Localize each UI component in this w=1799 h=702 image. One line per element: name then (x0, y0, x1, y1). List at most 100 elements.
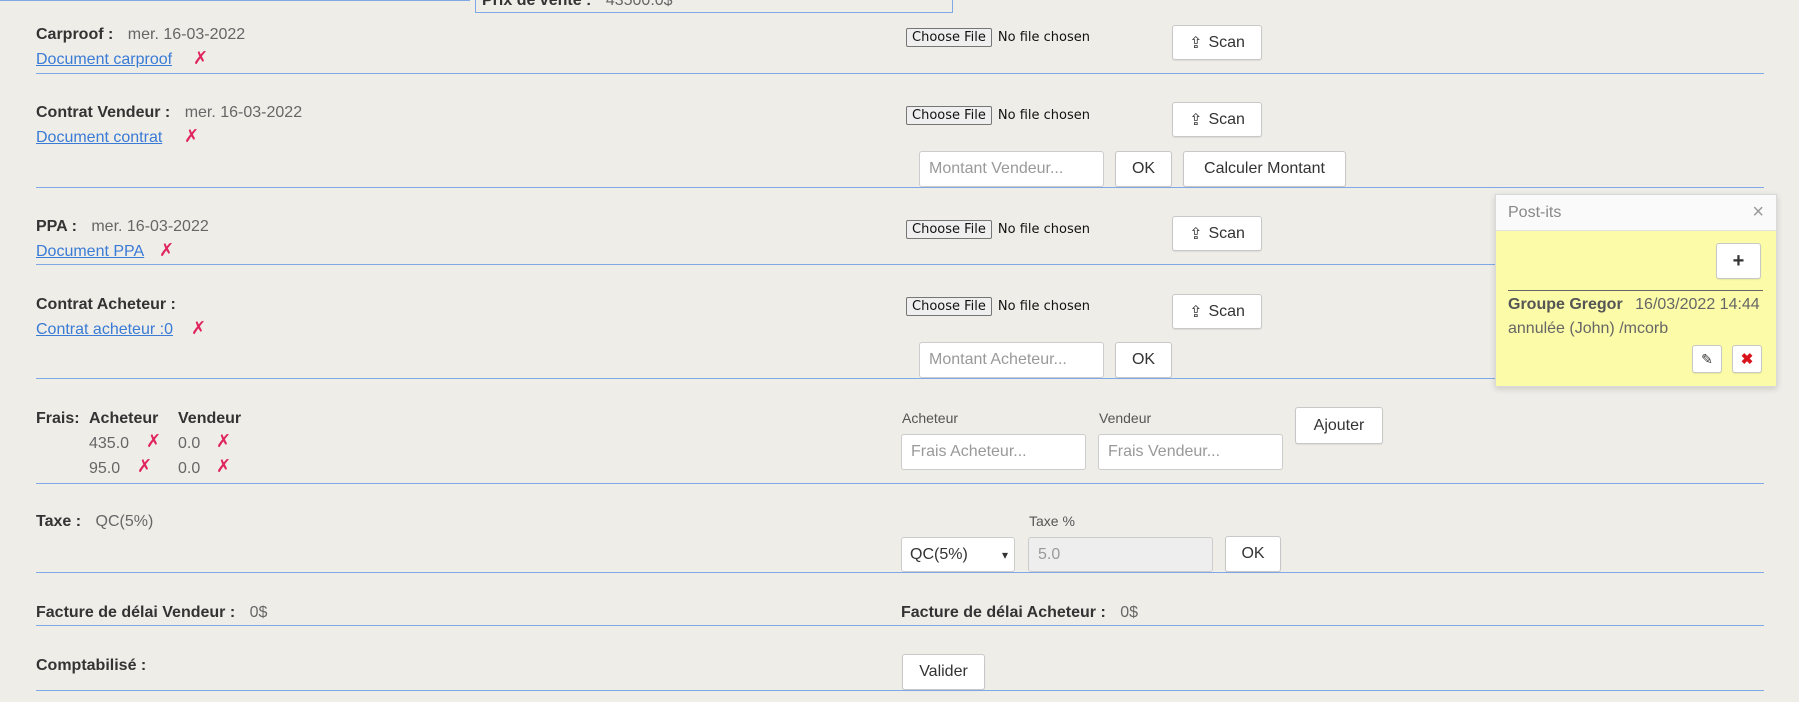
add-postit-button[interactable]: + (1716, 243, 1761, 279)
frais-vendeur-field-label: Vendeur (1099, 410, 1152, 426)
calculer-montant-button[interactable]: Calculer Montant (1183, 151, 1346, 187)
facture-vendeur-label: Facture de délai Vendeur : (36, 604, 236, 621)
montant-vendeur-ok-label: OK (1131, 160, 1156, 177)
ppa-row-label: PPA : mer. 16-03-2022 (36, 218, 209, 236)
divider (36, 572, 1764, 573)
carproof-choose-file-button[interactable]: Choose File (906, 28, 992, 47)
facture-vendeur-value: 0$ (249, 604, 268, 621)
divider (36, 625, 1764, 626)
contrat-acheteur-scan-label: Scan (1208, 302, 1245, 320)
montant-acheteur-ok-button[interactable]: OK (1115, 342, 1172, 378)
frais-row-2-acheteur: 95.0 (89, 460, 121, 477)
frais-row-2-vendeur: 0.0 (178, 460, 201, 477)
contrat-acheteur-file-input[interactable]: Choose File No file chosen (906, 297, 1090, 316)
delete-postit-button[interactable]: ✖ (1732, 345, 1762, 373)
postits-title: Post-its (1508, 203, 1562, 221)
close-icon[interactable]: × (1752, 201, 1764, 224)
taxe-value: QC(5%) (95, 513, 154, 530)
contrat-acheteur-delete-icon[interactable]: ✗ (191, 319, 206, 337)
contrat-vendeur-delete-icon[interactable]: ✗ (184, 127, 199, 145)
carproof-row-label: Carproof : mer. 16-03-2022 (36, 26, 245, 44)
sale-price-label: Prix de vente : (482, 0, 592, 9)
contrat-vendeur-choose-file-button[interactable]: Choose File (906, 106, 992, 125)
contrat-acheteur-scan-button[interactable]: ⇪ Scan (1172, 294, 1262, 329)
montant-vendeur-input[interactable]: Montant Vendeur... (919, 151, 1104, 187)
frais-row-2-acheteur-delete-icon[interactable]: ✗ (137, 457, 152, 475)
contrat-vendeur-label: Contrat Vendeur : (36, 104, 171, 121)
valider-label: Valider (919, 663, 968, 680)
ppa-scan-button[interactable]: ⇪ Scan (1172, 216, 1262, 251)
carproof-date: mer. 16-03-2022 (127, 26, 246, 43)
facture-acheteur-value: 0$ (1120, 604, 1139, 621)
contrat-vendeur-scan-label: Scan (1208, 110, 1245, 128)
taxe-pct-label: Taxe % (1029, 513, 1075, 529)
frais-row-1-vendeur: 0.0 (178, 435, 201, 452)
facture-acheteur-label: Facture de délai Acheteur : (901, 604, 1106, 621)
postit-separator (1508, 290, 1763, 291)
taxe-ok-button[interactable]: OK (1225, 536, 1281, 572)
ppa-document-link[interactable]: Document PPA (36, 243, 144, 261)
contrat-acheteur-label: Contrat Acheteur : (36, 296, 176, 313)
contrat-vendeur-date: mer. 16-03-2022 (184, 104, 303, 121)
carproof-file-status: No file chosen (997, 30, 1090, 45)
upload-icon: ⇪ (1189, 303, 1203, 321)
divider (36, 73, 1764, 74)
contrat-acheteur-file-status: No file chosen (997, 299, 1090, 314)
carproof-delete-icon[interactable]: ✗ (193, 49, 208, 67)
ajouter-label: Ajouter (1313, 416, 1365, 434)
contrat-acheteur-choose-file-button[interactable]: Choose File (906, 297, 992, 316)
contrat-vendeur-file-input[interactable]: Choose File No file chosen (906, 106, 1090, 125)
carproof-document-link[interactable]: Document carproof (36, 51, 172, 69)
ppa-scan-label: Scan (1208, 224, 1245, 242)
contrat-vendeur-document-link[interactable]: Document contrat (36, 129, 162, 147)
upload-icon: ⇪ (1189, 225, 1203, 243)
taxe-select[interactable]: QC(5%) ▾ (901, 537, 1015, 572)
taxe-select-value: QC(5%) (910, 545, 968, 563)
top-divider-left (0, 0, 470, 1)
postits-header: Post-its × (1496, 195, 1776, 231)
contrat-vendeur-scan-button[interactable]: ⇪ Scan (1172, 102, 1262, 137)
carproof-label: Carproof : (36, 26, 114, 43)
contrat-acheteur-document-link[interactable]: Contrat acheteur :0 (36, 321, 173, 339)
edit-icon: ✎ (1701, 350, 1713, 367)
frais-vendeur-placeholder: Frais Vendeur... (1108, 443, 1221, 460)
contrat-vendeur-file-status: No file chosen (997, 108, 1090, 123)
carproof-file-input[interactable]: Choose File No file chosen (906, 28, 1090, 47)
montant-acheteur-input[interactable]: Montant Acheteur... (919, 342, 1104, 378)
edit-postit-button[interactable]: ✎ (1692, 345, 1722, 373)
taxe-pct-input[interactable]: 5.0 (1028, 537, 1213, 572)
frais-vendeur-input[interactable]: Frais Vendeur... (1098, 434, 1283, 470)
taxe-pct-value: 5.0 (1038, 545, 1061, 563)
frais-col-vendeur: Vendeur (178, 410, 242, 427)
frais-col-acheteur: Acheteur (89, 410, 159, 427)
delete-icon: ✖ (1740, 351, 1754, 368)
postit-note-header: Groupe Gregor 16/03/2022 14:44 (1508, 296, 1760, 314)
postit-author: Groupe Gregor (1508, 296, 1623, 313)
postits-panel: Post-its × + Groupe Gregor 16/03/2022 14… (1495, 194, 1777, 387)
taxe-row-label: Taxe : QC(5%) (36, 513, 153, 531)
frais-acheteur-field-label: Acheteur (902, 410, 959, 426)
ajouter-frais-button[interactable]: Ajouter (1295, 407, 1383, 444)
frais-acheteur-placeholder: Frais Acheteur... (911, 443, 1027, 460)
montant-vendeur-ok-button[interactable]: OK (1115, 151, 1172, 187)
valider-button[interactable]: Valider (902, 654, 985, 690)
frais-row-1-acheteur-delete-icon[interactable]: ✗ (146, 432, 161, 450)
carproof-scan-button[interactable]: ⇪ Scan (1172, 25, 1262, 60)
divider (36, 690, 1764, 691)
montant-vendeur-placeholder: Montant Vendeur... (929, 160, 1064, 177)
ppa-file-input[interactable]: Choose File No file chosen (906, 220, 1090, 239)
upload-icon: ⇪ (1189, 34, 1203, 52)
plus-icon: + (1732, 249, 1745, 272)
sale-price: Prix de vente : 43500.0$ (482, 0, 673, 10)
chevron-down-icon: ▾ (1001, 547, 1008, 562)
frais-row-1-vendeur-delete-icon[interactable]: ✗ (216, 432, 231, 450)
montant-acheteur-placeholder: Montant Acheteur... (929, 351, 1067, 368)
ppa-label: PPA : (36, 218, 77, 235)
sale-price-value: 43500.0$ (605, 0, 673, 9)
ppa-choose-file-button[interactable]: Choose File (906, 220, 992, 239)
ppa-date: mer. 16-03-2022 (91, 218, 209, 235)
ppa-delete-icon[interactable]: ✗ (159, 241, 174, 259)
frais-row-2-vendeur-delete-icon[interactable]: ✗ (216, 457, 231, 475)
frais-acheteur-input[interactable]: Frais Acheteur... (901, 434, 1086, 470)
frais-label: Frais: (36, 410, 80, 427)
